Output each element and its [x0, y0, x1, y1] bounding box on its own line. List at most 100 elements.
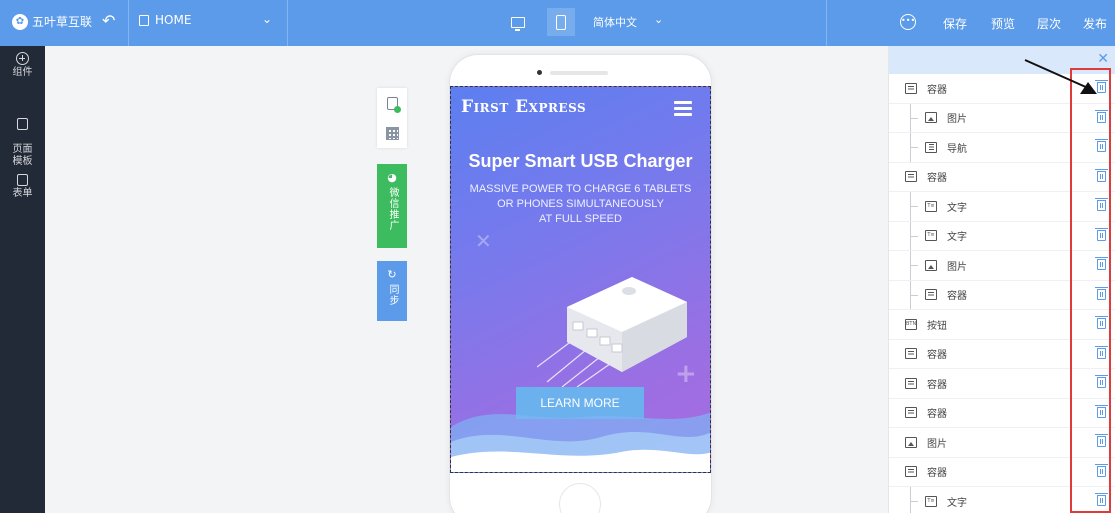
chevron-down-icon[interactable]: ⌄	[654, 13, 663, 26]
nav-layer-icon	[925, 141, 937, 153]
layer-row[interactable]: 容器	[889, 369, 1115, 399]
trash-icon[interactable]	[1095, 493, 1108, 506]
layer-row[interactable]: 容器	[889, 458, 1115, 487]
wechat-promote-button[interactable]: ◕ 微信推广	[377, 164, 407, 248]
preview-button[interactable]: 预览	[991, 15, 1015, 32]
app-logo[interactable]: ✿ 五叶草互联	[12, 13, 92, 30]
trash-icon[interactable]	[1095, 463, 1108, 477]
phone-camera	[537, 70, 542, 75]
page-icon	[139, 14, 149, 26]
text-layer-icon: T≡	[925, 230, 937, 242]
trash-icon[interactable]	[1095, 345, 1108, 359]
layer-label: 容器	[927, 84, 947, 96]
sidebar-item-label: 组件	[12, 67, 33, 78]
undo-icon[interactable]: ↶	[102, 11, 115, 30]
save-button[interactable]: 保存	[943, 15, 967, 32]
sidebar-item-components[interactable]: 组件	[0, 52, 45, 79]
trash-icon[interactable]	[1095, 434, 1108, 447]
tree-branch	[910, 206, 918, 207]
hamburger-menu-icon[interactable]	[674, 101, 692, 116]
box-layer-icon	[905, 82, 917, 94]
layer-row[interactable]: 图片	[889, 428, 1115, 458]
img-layer-icon	[925, 259, 937, 271]
more-options-icon[interactable]: •••	[900, 14, 916, 30]
tree-branch	[910, 294, 918, 296]
top-toolbar: ✿ 五叶草互联 ↶ HOME ⌄ 简体中文 ⌄ ••• 保存 预览 层次 发布	[0, 0, 1115, 46]
sidebar-item-label: 表单	[12, 188, 33, 199]
usb-charger-image[interactable]	[537, 257, 691, 387]
app-logo-text: 五叶草互联	[32, 15, 93, 29]
page-check-button[interactable]	[377, 88, 407, 118]
trash-icon[interactable]	[1095, 404, 1108, 418]
qr-code-button[interactable]	[377, 118, 407, 148]
trash-icon[interactable]	[1095, 316, 1108, 329]
sidebar-item-page-templates[interactable]: 页面 模板	[0, 106, 45, 168]
sync-button[interactable]: ↻ 同步	[377, 261, 407, 321]
layer-label: 容器	[927, 173, 947, 185]
side-toolbar	[377, 88, 407, 148]
box-layer-icon	[905, 466, 917, 478]
phone-icon	[556, 14, 566, 30]
layer-row[interactable]: 图片	[889, 103, 1115, 133]
layer-list: 容器 图片 导航 容器 T≡ 文字 T≡ 文字 图片 容器 BTN 按钮 容器 容器 容器 图片 容器 T≡ 文字	[889, 74, 1115, 513]
trash-icon[interactable]	[1095, 168, 1108, 182]
layer-label: 文字	[947, 202, 967, 214]
sidebar-item-forms[interactable]: 表单	[0, 174, 45, 200]
layers-button[interactable]: 层次	[1037, 15, 1061, 32]
trash-icon[interactable]	[1095, 227, 1108, 241]
layer-row[interactable]: 容器	[889, 163, 1115, 192]
img-layer-icon	[925, 112, 937, 124]
text-layer-icon: T≡	[925, 495, 937, 507]
site-brand[interactable]: First Express	[461, 97, 586, 117]
layers-panel-header: ✕	[889, 46, 1115, 74]
trash-icon[interactable]	[1095, 375, 1108, 388]
trash-icon[interactable]	[1095, 198, 1108, 211]
layer-label: 图片	[927, 438, 947, 450]
plus-circle-icon	[16, 52, 29, 65]
preview-canvas[interactable]: First Express Super Smart USB Charger MA…	[450, 86, 711, 473]
phone-home-button	[559, 483, 601, 513]
trash-icon[interactable]	[1095, 257, 1108, 270]
mobile-preview-frame: First Express Super Smart USB Charger MA…	[450, 55, 711, 513]
layer-label: 图片	[947, 261, 967, 273]
layer-row[interactable]: 容器	[889, 74, 1115, 104]
layer-row[interactable]: 导航	[889, 133, 1115, 163]
trash-icon[interactable]	[1095, 139, 1108, 152]
wechat-icon: ◕	[387, 171, 397, 184]
trash-icon[interactable]	[1095, 80, 1108, 93]
document-icon	[17, 118, 28, 130]
layer-row[interactable]: T≡ 文字	[889, 487, 1115, 513]
page-selector[interactable]: HOME	[139, 13, 191, 27]
mobile-view-button[interactable]	[547, 8, 575, 36]
layer-row[interactable]: T≡ 文字	[889, 221, 1115, 251]
layer-row[interactable]: T≡ 文字	[889, 192, 1115, 222]
monitor-icon	[511, 16, 525, 31]
tree-branch	[910, 147, 918, 148]
layer-label: 容器	[927, 350, 947, 362]
close-icon[interactable]: ✕	[1097, 52, 1109, 66]
img-layer-icon	[905, 436, 917, 448]
chevron-down-icon[interactable]: ⌄	[262, 12, 272, 26]
hero-subline[interactable]: MASSIVE POWER TO CHARGE 6 TABLETS OR PHO…	[451, 182, 710, 227]
tree-branch	[910, 117, 918, 119]
layer-label: 文字	[947, 497, 967, 509]
box-layer-icon	[925, 289, 937, 301]
hero-headline[interactable]: Super Smart USB Charger	[451, 151, 710, 172]
publish-button[interactable]: 发布	[1083, 15, 1107, 32]
layer-row[interactable]: 容器	[889, 340, 1115, 369]
language-select[interactable]: 简体中文	[593, 14, 637, 30]
wechat-promote-label: 微信推广	[387, 187, 398, 231]
box-layer-icon	[905, 171, 917, 183]
desktop-view-button[interactable]	[504, 8, 532, 36]
page-selector-label: HOME	[155, 13, 192, 27]
layer-row[interactable]: 容器	[889, 399, 1115, 428]
box-layer-icon	[905, 377, 917, 389]
layer-row[interactable]: BTN 按钮	[889, 310, 1115, 340]
layer-row[interactable]: 图片	[889, 251, 1115, 281]
divider	[826, 0, 827, 46]
trash-icon[interactable]	[1095, 286, 1108, 300]
trash-icon[interactable]	[1095, 109, 1108, 123]
phone-speaker	[550, 71, 608, 75]
divider	[128, 0, 129, 46]
layer-row[interactable]: 容器	[889, 280, 1115, 310]
